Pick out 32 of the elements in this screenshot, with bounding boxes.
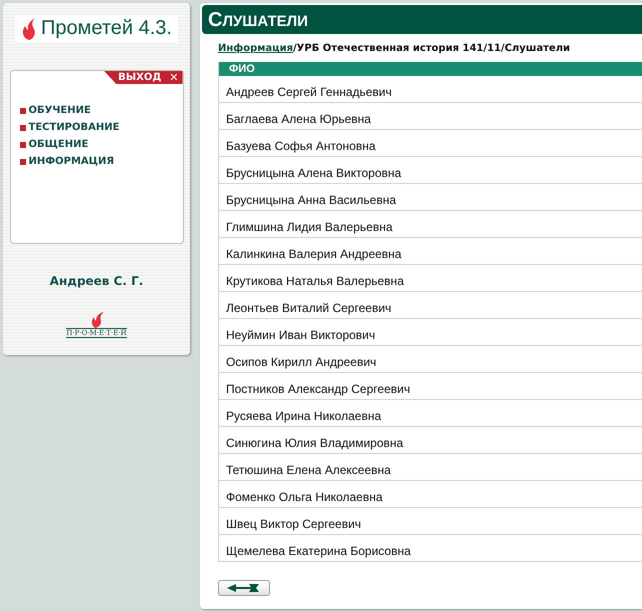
user-name: Андреев С. Г. [50, 274, 144, 288]
menu-item[interactable]: ИНФОРМАЦИЯ [20, 156, 182, 167]
table-cell: Баглаева Алена Юрьевна [219, 103, 642, 130]
table-cell: Синюгина Юлия Владимировна [219, 427, 642, 454]
table-cell: Осипов Кирилл Андреевич [219, 346, 642, 373]
table-cell: Андреев Сергей Геннадьевич [219, 76, 642, 103]
table-cell: Неуймин Иван Викторович [219, 319, 642, 346]
table-cell: Калинкина Валерия Андреевна [219, 238, 642, 265]
page-title: СЛУШАТЕЛИ [202, 5, 642, 34]
table-cell: Крутикова Наталья Валерьевна [219, 265, 642, 292]
logo-text: Прометей 4.3. [41, 17, 172, 40]
exit-button[interactable]: ВЫХОД ✕ [104, 71, 182, 84]
menu-item[interactable]: ТЕСТИРОВАНИЕ [20, 122, 182, 133]
flame-icon [21, 18, 37, 40]
table-cell: Швец Виктор Сергеевич [219, 508, 642, 535]
table-cell: Глимшина Лидия Валерьевна [219, 211, 642, 238]
table-cell: Фоменко Ольга Николаевна [219, 481, 642, 508]
column-header: ФИО [219, 62, 642, 76]
table-cell: Щемелева Екатерина Борисовна [219, 535, 642, 562]
table-cell: Базуева Софья Антоновна [219, 130, 642, 157]
arrow-left-icon [227, 584, 261, 592]
table-cell: Брусницына Алена Викторовна [219, 157, 642, 184]
back-button[interactable] [218, 580, 270, 596]
menu-item[interactable]: ОБУЧЕНИЕ [20, 105, 182, 116]
table-cell: Постников Александр Сергеевич [219, 373, 642, 400]
breadcrumb: Информация/УРБ Отечественная история 141/11/Слушатели [218, 43, 572, 54]
table-cell: Русяева Ирина Николаевна [219, 400, 642, 427]
table-cell: Брусницына Анна Васильевна [219, 184, 642, 211]
table-cell: Тетюшина Елена Алексеевна [219, 454, 642, 481]
menu-item[interactable]: ОБЩЕНИЕ [20, 139, 182, 150]
breadcrumb-link[interactable]: Информация [218, 43, 293, 54]
table-cell: Леонтьев Виталий Сергеевич [219, 292, 642, 319]
